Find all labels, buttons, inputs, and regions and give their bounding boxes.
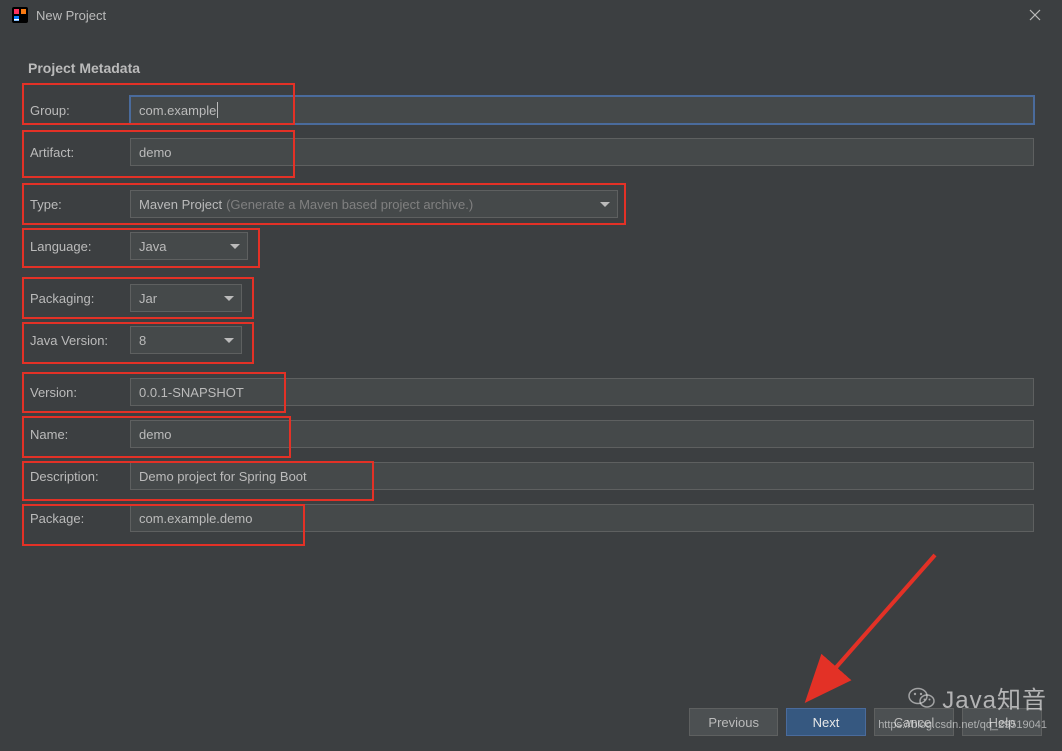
java-version-row: Java Version: 8 bbox=[22, 326, 1034, 354]
type-select[interactable]: Maven Project (Generate a Maven based pr… bbox=[130, 190, 618, 218]
section-title: Project Metadata bbox=[28, 60, 1034, 76]
help-button[interactable]: Help bbox=[962, 708, 1042, 736]
version-input[interactable] bbox=[130, 378, 1034, 406]
java-version-value: 8 bbox=[139, 333, 146, 348]
package-row: Package: bbox=[22, 504, 1034, 532]
arrow-annotation bbox=[790, 545, 950, 715]
text-caret bbox=[217, 102, 218, 118]
name-input[interactable] bbox=[130, 420, 1034, 448]
artifact-input[interactable] bbox=[130, 138, 1034, 166]
dialog-footer: Previous Next Cancel Help bbox=[689, 708, 1042, 736]
package-input[interactable] bbox=[130, 504, 1034, 532]
close-button[interactable] bbox=[1020, 0, 1050, 30]
packaging-select[interactable]: Jar bbox=[130, 284, 242, 312]
description-input[interactable] bbox=[130, 462, 1034, 490]
java-version-label: Java Version: bbox=[22, 333, 130, 348]
version-label: Version: bbox=[22, 385, 130, 400]
type-row: Type: Maven Project (Generate a Maven ba… bbox=[22, 190, 1034, 218]
artifact-row: Artifact: bbox=[22, 138, 1034, 166]
version-row: Version: bbox=[22, 378, 1034, 406]
window-title: New Project bbox=[36, 8, 1020, 23]
dialog-content: Project Metadata Group: com.example Arti… bbox=[0, 30, 1062, 566]
close-icon bbox=[1029, 9, 1041, 21]
group-row: Group: com.example bbox=[22, 96, 1034, 124]
group-value: com.example bbox=[139, 103, 216, 118]
artifact-label: Artifact: bbox=[22, 145, 130, 160]
language-label: Language: bbox=[22, 239, 130, 254]
intellij-icon bbox=[12, 7, 28, 23]
name-row: Name: bbox=[22, 420, 1034, 448]
titlebar: New Project bbox=[0, 0, 1062, 30]
type-hint: (Generate a Maven based project archive.… bbox=[226, 197, 473, 212]
description-row: Description: bbox=[22, 462, 1034, 490]
type-value: Maven Project bbox=[139, 197, 222, 212]
group-input[interactable]: com.example bbox=[130, 96, 1034, 124]
language-value: Java bbox=[139, 239, 166, 254]
packaging-value: Jar bbox=[139, 291, 157, 306]
java-version-select[interactable]: 8 bbox=[130, 326, 242, 354]
description-label: Description: bbox=[22, 469, 130, 484]
next-button[interactable]: Next bbox=[786, 708, 866, 736]
previous-button[interactable]: Previous bbox=[689, 708, 778, 736]
name-label: Name: bbox=[22, 427, 130, 442]
packaging-label: Packaging: bbox=[22, 291, 130, 306]
language-select[interactable]: Java bbox=[130, 232, 248, 260]
type-label: Type: bbox=[22, 197, 130, 212]
package-label: Package: bbox=[22, 511, 130, 526]
language-row: Language: Java bbox=[22, 232, 1034, 260]
cancel-button[interactable]: Cancel bbox=[874, 708, 954, 736]
packaging-row: Packaging: Jar bbox=[22, 284, 1034, 312]
group-label: Group: bbox=[22, 103, 130, 118]
